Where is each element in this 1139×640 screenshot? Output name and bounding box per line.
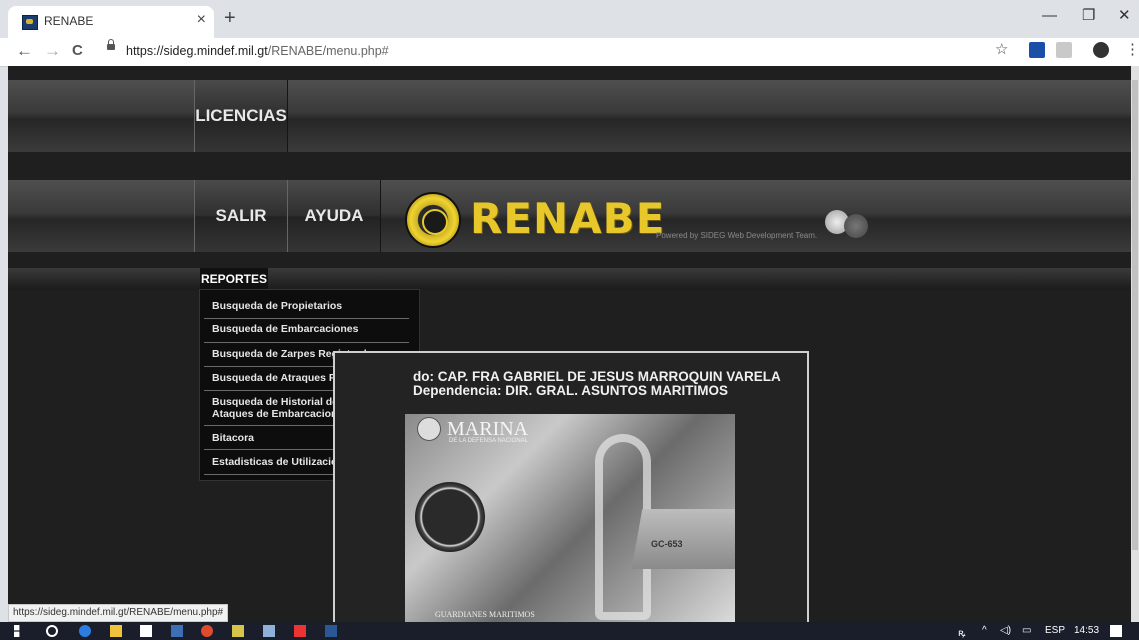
app-icon[interactable] — [263, 625, 275, 637]
seal-shadow-icon — [844, 214, 868, 238]
status-bar-url: https://sideg.mindef.mil.gt/RENABE/menu.… — [8, 604, 229, 622]
renabe-logo-text: RENABE — [470, 194, 666, 243]
welcome-user-line: do: CAP. FRA GABRIEL DE JESUS MARROQUIN … — [413, 369, 781, 384]
reload-button[interactable]: C — [72, 41, 83, 61]
url-host: https://sideg.mindef.mil.gt — [126, 44, 268, 58]
volume-icon[interactable]: ◁) — [1000, 625, 1011, 636]
app-icon[interactable] — [232, 625, 244, 637]
navy-emblem-icon — [415, 482, 485, 552]
welcome-user-text: do: CAP. FRA GABRIEL DE JESUS MARROQUIN … — [413, 370, 781, 398]
renabe-emblem-icon — [405, 192, 461, 248]
tray-chevron-icon[interactable]: ^ — [982, 625, 987, 636]
browser-toolbar: ← → C https://sideg.mindef.mil.gt/RENABE… — [0, 38, 1139, 67]
people-icon[interactable]: ꝶ — [958, 625, 966, 639]
menu-divider — [204, 318, 409, 319]
browser-tab[interactable]: RENABE × — [8, 6, 214, 38]
nav-reportes[interactable]: REPORTES — [200, 268, 268, 289]
menu-kebab-icon[interactable]: ⋮ — [1125, 40, 1139, 58]
welcome-dependency-line: Dependencia: DIR. GRAL. ASUNTOS MARITIMO… — [413, 383, 729, 398]
extension-search-icon[interactable] — [1029, 42, 1045, 58]
menu-divider — [204, 342, 409, 343]
tab-close-icon[interactable]: × — [197, 11, 206, 29]
browser-tab-strip: RENABE × + — ❐ ✕ — [0, 0, 1139, 38]
language-indicator[interactable]: ESP — [1045, 625, 1065, 636]
acrobat-icon[interactable] — [294, 625, 306, 637]
network-icon[interactable]: ▭ — [1022, 625, 1031, 636]
url-path: /RENABE/menu.php# — [267, 44, 389, 58]
nav-licencias[interactable]: LICENCIAS — [194, 80, 288, 152]
minimize-button[interactable]: — — [1042, 6, 1057, 26]
notifications-icon[interactable] — [1110, 625, 1122, 637]
clock[interactable]: 14:53 — [1074, 625, 1099, 636]
scrollbar-thumb[interactable] — [1132, 80, 1138, 550]
word-icon[interactable] — [325, 625, 337, 637]
marina-banner-image: MARINA DE LA DEFENSA NACIONAL GC-653 GUA… — [405, 414, 735, 622]
store-icon[interactable] — [140, 625, 152, 637]
renabe-favicon-icon — [22, 15, 38, 30]
close-window-button[interactable]: ✕ — [1118, 6, 1131, 26]
welcome-panel: do: CAP. FRA GABRIEL DE JESUS MARROQUIN … — [333, 351, 809, 622]
tab-title: RENABE — [44, 14, 94, 28]
search-icon[interactable] — [46, 625, 58, 637]
nav-band-reports — [8, 268, 1131, 290]
ship-image — [631, 509, 735, 569]
new-tab-button[interactable]: + — [224, 8, 236, 28]
menu-item-busqueda-embarcaciones[interactable]: Busqueda de Embarcaciones — [212, 323, 410, 335]
ship-number: GC-653 — [651, 539, 683, 549]
bookmark-star-icon[interactable]: ☆ — [995, 40, 1011, 58]
ie-browser-icon[interactable] — [79, 625, 91, 637]
nav-salir[interactable]: SALIR — [194, 180, 288, 252]
back-button[interactable]: ← — [16, 41, 33, 61]
nav-band-top — [8, 80, 1131, 152]
extension-pdf-icon[interactable] — [1056, 42, 1072, 58]
forward-button[interactable]: → — [44, 41, 61, 61]
menu-item-busqueda-propietarios[interactable]: Busqueda de Propietarios — [212, 300, 410, 312]
marina-badge-icon — [417, 417, 441, 441]
nav-ayuda[interactable]: AYUDA — [287, 180, 381, 252]
address-bar[interactable]: https://sideg.mindef.mil.gt/RENABE/menu.… — [126, 44, 389, 58]
start-windows-icon[interactable] — [14, 625, 20, 637]
windows-taskbar: ꝶ ^ ◁) ▭ ESP 14:53 — [0, 622, 1139, 640]
lock-icon — [107, 39, 115, 50]
marina-subtitle: DE LA DEFENSA NACIONAL — [449, 438, 529, 444]
chrome-icon[interactable] — [201, 625, 213, 637]
profile-avatar-icon[interactable] — [1093, 42, 1109, 58]
powered-by-text: Powered by SIDEG Web Development Team. — [656, 231, 818, 240]
photo-caption: GUARDIANES MARITIMOS — [435, 610, 535, 619]
file-explorer-icon[interactable] — [110, 625, 122, 637]
restore-button[interactable]: ❐ — [1082, 6, 1095, 26]
page-content: LICENCIAS SALIR AYUDA RENABE Powered by … — [8, 66, 1131, 622]
app-icon[interactable] — [171, 625, 183, 637]
